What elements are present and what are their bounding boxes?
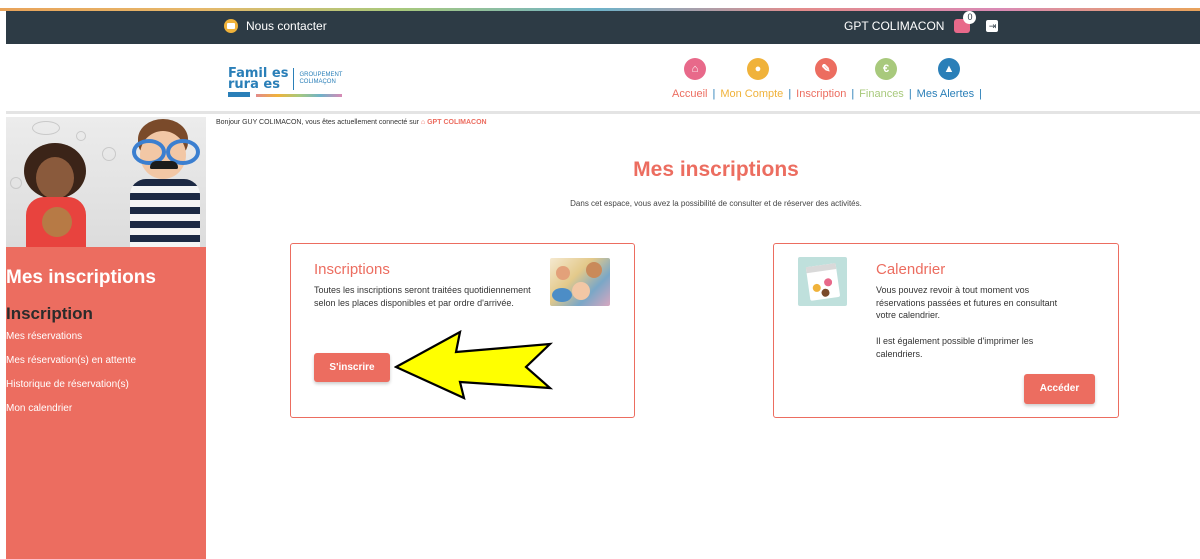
calendar-card-text: Vous pouvez revoir à tout moment vos rés… <box>876 285 1058 320</box>
nav-item-mes-alertes[interactable]: Mes Alertes <box>917 88 974 100</box>
nav-separator: | <box>908 88 912 100</box>
access-button[interactable]: Accéder <box>1024 374 1095 404</box>
nav-separator: | <box>979 88 982 100</box>
contact-link[interactable]: Nous contacter <box>224 19 327 33</box>
nav-item-finances[interactable]: Finances <box>859 88 904 100</box>
logout-icon[interactable]: ⇥ <box>986 20 999 32</box>
calendar-thumbnail <box>798 257 847 306</box>
inscriptions-card-text: Toutes les inscriptions seront traitées … <box>314 285 531 308</box>
account-name[interactable]: GPT COLIMACON <box>844 19 944 33</box>
sidebar: Mes inscriptions Inscription Mes réserva… <box>6 117 206 559</box>
sidebar-link-pending[interactable]: Mes réservation(s) en attente <box>6 355 136 366</box>
cart-icon[interactable]: 0 <box>954 11 977 33</box>
nav-separator: | <box>712 88 716 100</box>
boy-figure <box>130 119 200 247</box>
calendar-card-title: Calendrier <box>876 261 946 278</box>
sidebar-title: Mes inscriptions <box>6 267 156 288</box>
sidebar-link-history[interactable]: Historique de réservation(s) <box>6 379 129 390</box>
page-title: Mes inscriptions <box>633 158 799 181</box>
header: Famil es rura es GROUPEMENT COLIMAÇON ⌂ … <box>6 44 1200 114</box>
pencil-icon[interactable]: ✎ <box>815 58 837 80</box>
top-bar: Nous contacter GPT COLIMACON 0 ⇥ <box>6 11 1200 44</box>
euro-icon[interactable]: € <box>875 58 897 80</box>
subscribe-button[interactable]: S'inscrire <box>314 353 390 382</box>
inscriptions-card-title: Inscriptions <box>314 261 390 278</box>
nav-separator: | <box>788 88 792 100</box>
logo-line2: rura es <box>228 77 280 92</box>
logo-bar <box>228 92 250 97</box>
logo-subtitle: GROUPEMENT COLIMAÇON <box>299 72 342 86</box>
circle-doodle <box>102 147 116 161</box>
top-spacer <box>0 0 1200 8</box>
logo-wordmark: Famil es rura es <box>228 67 288 92</box>
nav-links: Accueil | Mon Compte | Inscription | Finances |… <box>672 88 987 100</box>
arrow-shape <box>394 330 554 400</box>
classroom-thumbnail <box>550 258 610 306</box>
yellow-arrow-icon <box>394 330 554 400</box>
sidebar-link-reservations[interactable]: Mes réservations <box>6 331 82 342</box>
user-icon[interactable]: ● <box>747 58 769 80</box>
nav-item-mon-compte[interactable]: Mon Compte <box>720 88 783 100</box>
greeting-site[interactable]: GPT COLIMACON <box>427 119 487 126</box>
calendar-card-text-2: Il est également possible d'imprimer les… <box>876 336 1034 359</box>
home-small-icon: ⌂ <box>420 119 426 126</box>
nav-separator: | <box>851 88 855 100</box>
mail-icon <box>224 19 238 33</box>
page-subtitle: Dans cet espace, vous avez la possibilit… <box>570 199 862 208</box>
logo-sub2: COLIMAÇON <box>299 79 336 85</box>
nav-item-inscription[interactable]: Inscription <box>796 88 846 100</box>
sidebar-link-calendar[interactable]: Mon calendrier <box>6 403 72 414</box>
sidebar-subtitle: Inscription <box>6 304 93 323</box>
page: Nous contacter GPT COLIMACON 0 ⇥ Famil e… <box>0 0 1200 559</box>
contact-label: Nous contacter <box>246 19 327 33</box>
cart-count: 0 <box>963 11 977 24</box>
greeting: Bonjour GUY COLIMACON, vous êtes actuell… <box>216 119 487 126</box>
home-icon[interactable]: ⌂ <box>684 58 706 80</box>
cloud-doodle <box>32 121 60 135</box>
circle-doodle <box>76 131 86 141</box>
logo-sub1: GROUPEMENT <box>299 72 343 78</box>
nav-item-accueil[interactable]: Accueil <box>672 88 707 100</box>
children-photo <box>6 117 206 247</box>
main-nav: ⌂ ● ✎ € ▲ Accueil | Mon Compte | Inscription… <box>672 58 1002 108</box>
account-area: GPT COLIMACON 0 ⇥ <box>844 11 999 33</box>
logo-color-band <box>256 94 342 97</box>
calendar-card: Calendrier Vous pouvez revoir à tout mom… <box>773 243 1119 418</box>
familles-rurales-logo[interactable]: Famil es rura es GROUPEMENT COLIMAÇON <box>228 62 348 97</box>
girl-figure <box>20 143 92 247</box>
greeting-text: Bonjour GUY COLIMACON, vous êtes actuell… <box>216 119 419 126</box>
alert-icon[interactable]: ▲ <box>938 58 960 80</box>
logo-divider <box>293 68 295 90</box>
